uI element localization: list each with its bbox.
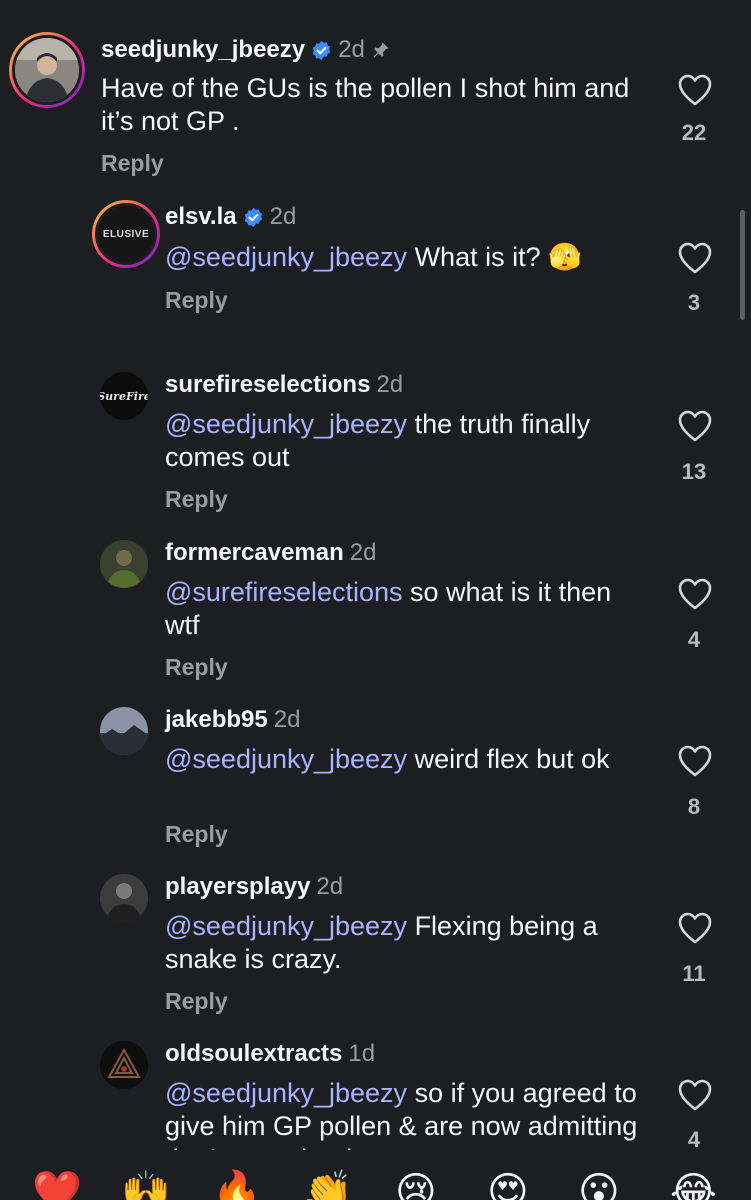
comment-time: 1d — [348, 1040, 376, 1067]
scrollbar[interactable] — [740, 210, 745, 320]
emoji-reaction-bar: ❤️ 🙌 🔥 👏 😢 😍 😮 😂 — [0, 1150, 751, 1200]
like-count: 4 — [687, 1127, 701, 1150]
comment-username[interactable]: oldsoulextracts — [165, 1040, 342, 1068]
emoji-fire[interactable]: 🔥 — [212, 1170, 262, 1200]
like-heart-icon[interactable] — [677, 1078, 713, 1112]
emoji-surprised[interactable]: 😮 — [578, 1170, 620, 1200]
emoji-crying[interactable]: 😢 — [395, 1170, 437, 1200]
emoji-heart[interactable]: ❤️ — [32, 1170, 82, 1200]
emoji-raised-hands[interactable]: 🙌 — [121, 1170, 171, 1200]
emoji-heart-eyes[interactable]: 😍 — [487, 1170, 529, 1200]
triangle-logo-icon — [100, 1041, 148, 1089]
emoji-laughing[interactable]: 😂 — [670, 1170, 717, 1200]
mention-link[interactable]: @seedjunky_jbeezy — [165, 1078, 407, 1108]
avatar[interactable] — [100, 1041, 148, 1089]
reply-comment-item: oldsoulextracts 1d @seedjunky_jbeezy so … — [0, 0, 751, 1150]
emoji-clap[interactable]: 👏 — [303, 1170, 353, 1200]
